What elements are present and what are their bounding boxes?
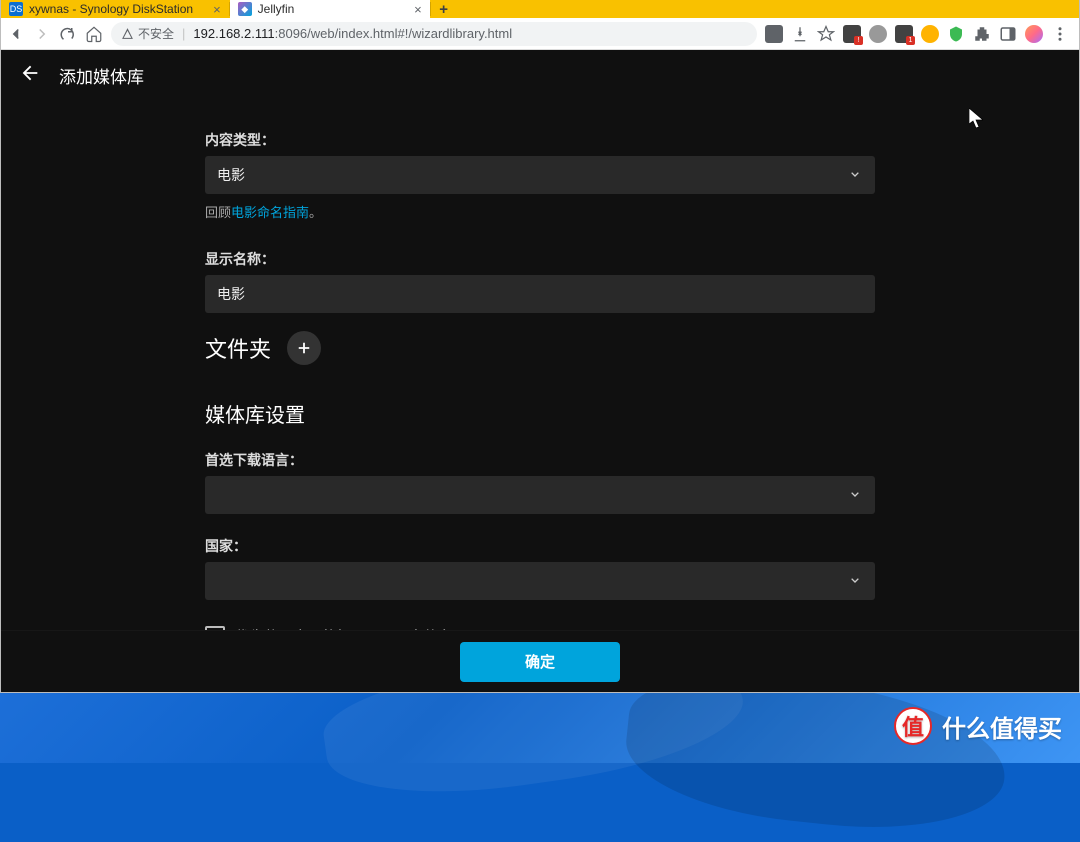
back-button[interactable] [19, 62, 41, 89]
new-tab-button[interactable]: + [431, 1, 457, 18]
tab-title: Jellyfin [258, 2, 295, 16]
extension-icons: ! 1 [765, 25, 1073, 43]
nav-reload-button[interactable] [59, 25, 77, 43]
nav-forward-button[interactable] [33, 25, 51, 43]
watermark-badge: 值 [894, 707, 932, 745]
content-type-select[interactable]: 电影 [205, 156, 875, 194]
library-form: 内容类型： 电影 回顾电影命名指南。 显示名称： 电影 文件夹 媒体库设置 首选… [205, 130, 875, 672]
language-select[interactable] [205, 476, 875, 514]
chevron-down-icon [847, 572, 863, 591]
nav-home-button[interactable] [85, 25, 103, 43]
tab-synology[interactable]: DS xywnas - Synology DiskStation × [1, 0, 229, 18]
extension-icon[interactable]: 1 [895, 25, 913, 43]
language-label: 首选下载语言： [205, 450, 875, 470]
tab-title: xywnas - Synology DiskStation [29, 2, 193, 16]
naming-guide-help: 回顾电影命名指南。 [205, 202, 875, 221]
chevron-down-icon [847, 166, 863, 185]
watermark: 值 什么值得买 [894, 707, 1062, 745]
content-type-label: 内容类型： [205, 130, 875, 150]
jellyfin-favicon: ◆ [238, 2, 252, 16]
folders-heading: 文件夹 [205, 332, 271, 364]
translate-icon[interactable] [765, 25, 783, 43]
extension-icon[interactable]: ! [843, 25, 861, 43]
page-title: 添加媒体库 [59, 63, 144, 88]
nav-back-button[interactable] [7, 25, 25, 43]
display-name-input[interactable]: 电影 [205, 275, 875, 313]
sidepanel-icon[interactable] [999, 25, 1017, 43]
content-type-value: 电影 [217, 165, 245, 185]
display-name-value: 电影 [217, 284, 245, 304]
share-icon[interactable] [791, 25, 809, 43]
jellyfin-app: 添加媒体库 内容类型： 电影 回顾电影命名指南。 显示名称： 电影 文件夹 [1, 50, 1079, 692]
extensions-menu-icon[interactable] [973, 25, 991, 43]
extension-icon[interactable] [947, 25, 965, 43]
add-folder-button[interactable] [287, 331, 321, 365]
country-label: 国家： [205, 536, 875, 556]
close-icon[interactable]: × [213, 2, 221, 17]
synology-favicon: DS [9, 2, 23, 16]
tab-strip: DS xywnas - Synology DiskStation × ◆ Jel… [1, 0, 1079, 18]
action-bar: 确定 [1, 630, 1079, 692]
close-icon[interactable]: × [414, 2, 422, 17]
profile-avatar[interactable] [1025, 25, 1043, 43]
watermark-text: 什么值得买 [942, 709, 1062, 744]
naming-guide-link[interactable]: 电影命名指南 [231, 205, 309, 220]
library-settings-heading: 媒体库设置 [205, 399, 875, 428]
ok-button[interactable]: 确定 [460, 642, 620, 682]
not-secure-indicator: 不安全 [121, 25, 174, 42]
kebab-menu-icon[interactable] [1051, 25, 1069, 43]
app-header: 添加媒体库 [1, 50, 1079, 100]
country-select[interactable] [205, 562, 875, 600]
url-text: 192.168.2.111:8096/web/index.html#!/wiza… [193, 26, 512, 41]
address-bar: 不安全 | 192.168.2.111:8096/web/index.html#… [1, 18, 1079, 50]
bookmark-icon[interactable] [817, 25, 835, 43]
mouse-cursor [969, 108, 983, 128]
extension-icon[interactable] [921, 25, 939, 43]
chevron-down-icon [847, 486, 863, 505]
extension-icon[interactable] [869, 25, 887, 43]
browser-window: DS xywnas - Synology DiskStation × ◆ Jel… [0, 0, 1080, 693]
tab-jellyfin[interactable]: ◆ Jellyfin × [230, 0, 430, 18]
display-name-label: 显示名称： [205, 249, 875, 269]
omnibox[interactable]: 不安全 | 192.168.2.111:8096/web/index.html#… [111, 22, 757, 46]
